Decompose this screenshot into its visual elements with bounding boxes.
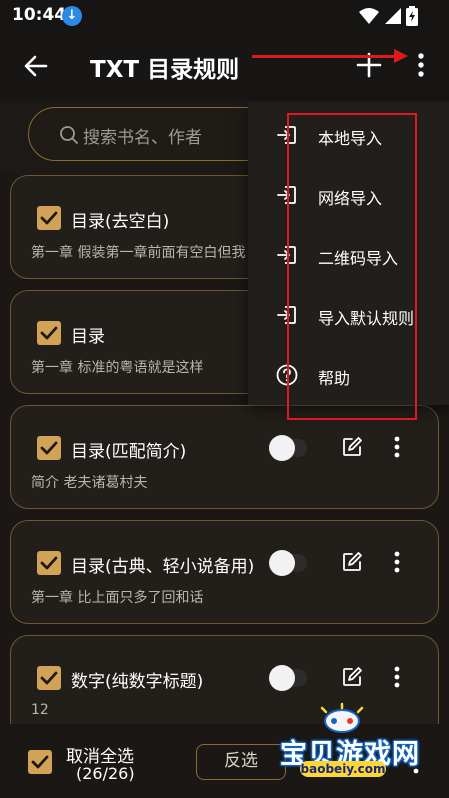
select-all-checkbox[interactable] bbox=[28, 750, 52, 774]
rule-name: 目录 bbox=[71, 327, 105, 347]
enable-toggle[interactable] bbox=[269, 550, 309, 576]
rule-checkbox[interactable] bbox=[37, 206, 61, 230]
annotation-highlight-box bbox=[287, 113, 417, 420]
plus-icon[interactable] bbox=[352, 48, 386, 82]
enable-toggle[interactable] bbox=[269, 435, 309, 461]
back-arrow-icon[interactable] bbox=[18, 48, 54, 84]
edit-icon[interactable] bbox=[341, 551, 363, 573]
rule-card[interactable]: 目录(古典、轻小说备用) 第一章 比上面只多了回和话 bbox=[10, 520, 439, 624]
annotation-arrow-head bbox=[394, 49, 408, 63]
rule-description: 12 bbox=[31, 702, 49, 718]
rule-checkbox[interactable] bbox=[37, 436, 61, 460]
toggle-thumb bbox=[269, 435, 295, 461]
rule-name: 目录(古典、轻小说备用) bbox=[71, 557, 255, 577]
rule-checkbox[interactable] bbox=[37, 666, 61, 690]
status-bar: 10:44 ↓ bbox=[0, 0, 449, 32]
search-placeholder: 搜索书名、作者 bbox=[83, 128, 202, 148]
rule-description: 简介 老夫诸葛村夫 bbox=[31, 475, 148, 491]
rule-card[interactable]: 目录(匹配简介) 简介 老夫诸葛村夫 bbox=[10, 405, 439, 509]
status-time: 10:44 bbox=[12, 5, 67, 25]
rule-name: 目录(去空白) bbox=[71, 212, 170, 232]
rule-checkbox[interactable] bbox=[37, 551, 61, 575]
watermark-logo: 宝贝游戏网 baobeiy.com bbox=[272, 700, 422, 790]
app-bar: TXT 目录规则 bbox=[0, 32, 449, 100]
rule-description: 第一章 假装第一章前面有空白但我 bbox=[31, 245, 246, 261]
edit-icon[interactable] bbox=[341, 666, 363, 688]
more-vertical-icon[interactable] bbox=[391, 664, 403, 690]
rule-name: 数字(纯数字标题) bbox=[71, 672, 204, 692]
rule-checkbox[interactable] bbox=[37, 321, 61, 345]
edit-icon[interactable] bbox=[341, 436, 363, 458]
download-icon: ↓ bbox=[62, 6, 82, 26]
gamepad-icon bbox=[320, 702, 364, 733]
watermark-url: baobeiy.com bbox=[300, 761, 386, 777]
rule-description: 第一章 标准的粤语就是这样 bbox=[31, 360, 204, 376]
more-vertical-icon[interactable] bbox=[391, 549, 403, 575]
toggle-thumb bbox=[269, 665, 295, 691]
annotation-arrow bbox=[252, 55, 397, 58]
selection-count: (26/26) bbox=[76, 764, 135, 783]
signal-icon bbox=[385, 8, 401, 24]
enable-toggle[interactable] bbox=[269, 665, 309, 691]
more-vertical-icon[interactable] bbox=[391, 434, 403, 460]
page-title: TXT 目录规则 bbox=[90, 57, 240, 83]
rule-name: 目录(匹配简介) bbox=[71, 442, 187, 462]
rule-description: 第一章 比上面只多了回和话 bbox=[31, 590, 204, 606]
wifi-icon bbox=[359, 8, 379, 24]
toggle-thumb bbox=[269, 550, 295, 576]
more-vertical-icon[interactable] bbox=[409, 48, 433, 82]
battery-icon bbox=[406, 6, 418, 26]
search-icon bbox=[60, 126, 78, 144]
